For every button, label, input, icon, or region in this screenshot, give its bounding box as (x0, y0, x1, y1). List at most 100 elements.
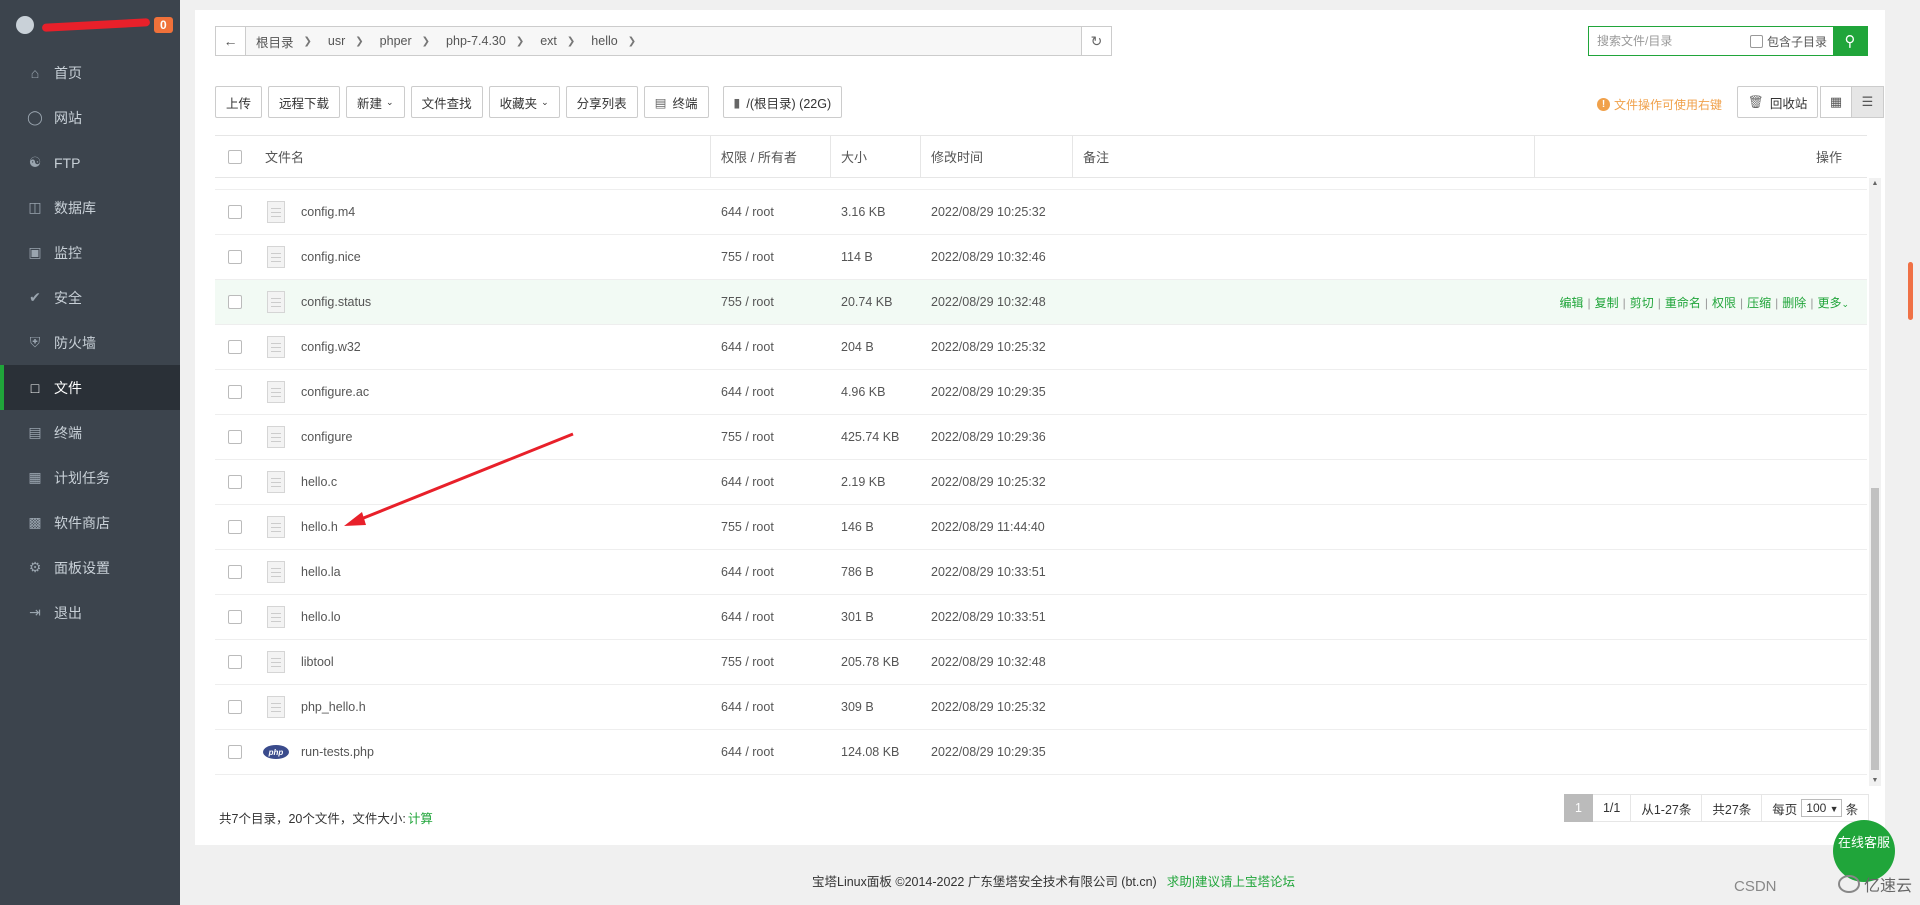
sidebar-item-3[interactable]: ◫ 数据库 (0, 185, 180, 230)
include-subdir-checkbox[interactable]: 包含子目录 (1749, 27, 1833, 55)
table-row[interactable]: hello.h 755 / root 146 B 2022/08/29 11:44:4… (215, 505, 1867, 550)
file-name-cell[interactable]: libtool (255, 651, 711, 673)
table-scrollbar[interactable]: ▲ ▼ (1869, 178, 1881, 786)
file-name-cell[interactable]: config.status (255, 291, 711, 313)
new-dropdown-button[interactable]: 新建 ⌄ (346, 86, 405, 118)
file-search-button[interactable]: 文件查找 (410, 86, 483, 118)
file-perm[interactable]: 755 / root (711, 295, 831, 309)
remote-download-button[interactable]: 远程下载 (268, 86, 341, 118)
file-name-cell[interactable]: hello.h (255, 516, 711, 538)
file-name-cell[interactable]: php_hello.h (255, 696, 711, 718)
breadcrumb-item[interactable]: 根目录 ❯ (246, 32, 318, 51)
sidebar-item-1[interactable]: ◯ 网站 (0, 95, 180, 140)
row-checkbox[interactable] (215, 205, 255, 219)
file-name-cell[interactable]: configure.ac (255, 381, 711, 403)
back-button[interactable]: ← (216, 27, 246, 55)
list-view-button[interactable]: ☰ (1852, 86, 1884, 118)
calc-size-link[interactable]: 计算 (408, 812, 433, 826)
file-perm[interactable]: 755 / root (711, 430, 831, 444)
col-perm[interactable]: 权限 / 所有者 (711, 136, 831, 177)
file-perm[interactable]: 644 / root (711, 340, 831, 354)
row-action[interactable]: 剪切 (1630, 296, 1654, 310)
recycle-bin-button[interactable]: 🗑 回收站 (1737, 86, 1819, 118)
disk-button[interactable]: ▮ /(根目录) (22G) (722, 86, 843, 118)
row-checkbox[interactable] (215, 475, 255, 489)
file-perm[interactable]: 644 / root (711, 565, 831, 579)
forum-link[interactable]: 求助|建议请上宝塔论坛 (1167, 875, 1295, 889)
refresh-button[interactable]: ↻ (1081, 27, 1111, 55)
col-size[interactable]: 大小 (831, 136, 921, 177)
per-page-select[interactable]: 100 ▼ (1801, 799, 1842, 817)
row-checkbox[interactable] (215, 700, 255, 714)
table-row[interactable]: libtool 755 / root 205.78 KB 2022/08/29 10:… (215, 640, 1867, 685)
sidebar-item-11[interactable]: ⚙ 面板设置 (0, 545, 180, 590)
search-input[interactable]: 搜索文件/目录 (1589, 27, 1750, 55)
sidebar-item-5[interactable]: ✔ 安全 (0, 275, 180, 320)
file-name-cell[interactable]: hello.la (255, 561, 711, 583)
breadcrumb-item[interactable]: phper ❯ (370, 32, 436, 51)
table-row[interactable]: config.w32 644 / root 204 B 2022/08/29 10:2… (215, 325, 1867, 370)
file-name-cell[interactable]: config.m4 (255, 201, 711, 223)
breadcrumb-item[interactable]: hello ❯ (581, 32, 642, 51)
col-mtime[interactable]: 修改时间 (921, 136, 1073, 177)
table-row[interactable]: hello.lo 644 / root 301 B 2022/08/29 10:33:… (215, 595, 1867, 640)
file-perm[interactable]: 644 / root (711, 745, 831, 759)
table-row[interactable]: config.status 755 / root 20.74 KB 2022/08/2… (215, 280, 1867, 325)
file-perm[interactable]: 644 / root (711, 700, 831, 714)
row-checkbox[interactable] (215, 520, 255, 534)
file-name-cell[interactable]: php run-tests.php (255, 745, 711, 759)
select-all-checkbox[interactable] (215, 149, 255, 164)
row-checkbox[interactable] (215, 385, 255, 399)
sidebar-item-7[interactable]: □ 文件 (0, 365, 180, 410)
file-perm[interactable]: 644 / root (711, 205, 831, 219)
scroll-down-icon[interactable]: ▼ (1871, 777, 1879, 784)
row-checkbox[interactable] (215, 430, 255, 444)
terminal-button[interactable]: ▤ 终端 (643, 86, 709, 118)
file-perm[interactable]: 644 / root (711, 610, 831, 624)
file-perm[interactable]: 755 / root (711, 520, 831, 534)
row-checkbox[interactable] (215, 610, 255, 624)
row-action[interactable]: 权限 (1712, 296, 1736, 310)
scrollbar-thumb[interactable] (1871, 488, 1879, 770)
row-checkbox[interactable] (215, 340, 255, 354)
sidebar-item-0[interactable]: ⌂ 首页 (0, 50, 180, 95)
file-perm[interactable]: 644 / root (711, 475, 831, 489)
sidebar-item-10[interactable]: ▩ 软件商店 (0, 500, 180, 545)
sidebar-item-8[interactable]: ▤ 终端 (0, 410, 180, 455)
row-checkbox[interactable] (215, 745, 255, 759)
file-perm[interactable]: 755 / root (711, 655, 831, 669)
table-row[interactable]: php run-tests.php 644 / root 124.08 KB 2022/… (215, 730, 1867, 775)
row-checkbox[interactable] (215, 295, 255, 309)
table-row[interactable]: configure 755 / root 425.74 KB 2022/08/29 1… (215, 415, 1867, 460)
file-name-cell[interactable]: hello.c (255, 471, 711, 493)
file-name-cell[interactable]: config.w32 (255, 336, 711, 358)
row-action[interactable]: 编辑 (1559, 296, 1583, 310)
table-row[interactable]: config.m4 644 / root 3.16 KB 2022/08/29 10:… (215, 190, 1867, 235)
notification-badge[interactable]: 0 (154, 17, 173, 33)
col-name[interactable]: 文件名 (255, 136, 711, 177)
row-action[interactable]: 更多 (1817, 296, 1841, 310)
breadcrumb-item[interactable]: php-7.4.30 ❯ (436, 32, 530, 51)
sidebar-item-12[interactable]: ⇥ 退出 (0, 590, 180, 635)
table-row[interactable]: php_hello.h 644 / root 309 B 2022/08/29 10:… (215, 685, 1867, 730)
breadcrumb-item[interactable]: ext ❯ (530, 32, 581, 51)
search-button[interactable]: ⚲ (1833, 27, 1867, 55)
sidebar-item-2[interactable]: ☯ FTP (0, 140, 180, 185)
file-name-cell[interactable]: config.nice (255, 246, 711, 268)
grid-view-button[interactable]: ▦ (1820, 86, 1852, 118)
row-checkbox[interactable] (215, 250, 255, 264)
table-row[interactable]: hello.c 644 / root 2.19 KB 2022/08/29 10:25… (215, 460, 1867, 505)
table-row[interactable]: hello.la 644 / root 786 B 2022/08/29 10:33:… (215, 550, 1867, 595)
breadcrumb-item[interactable]: usr ❯ (318, 32, 370, 51)
page-current[interactable]: 1 (1564, 794, 1593, 822)
upload-button[interactable]: 上传 (215, 86, 263, 118)
favorites-dropdown-button[interactable]: 收藏夹 ⌄ (488, 86, 560, 118)
row-action[interactable]: 删除 (1782, 296, 1806, 310)
row-action[interactable]: 压缩 (1747, 296, 1771, 310)
sidebar-item-6[interactable]: ⛨ 防火墙 (0, 320, 180, 365)
row-checkbox[interactable] (215, 655, 255, 669)
row-checkbox[interactable] (215, 565, 255, 579)
row-action[interactable]: 复制 (1595, 296, 1619, 310)
file-name-cell[interactable]: hello.lo (255, 606, 711, 628)
file-name-cell[interactable]: configure (255, 426, 711, 448)
